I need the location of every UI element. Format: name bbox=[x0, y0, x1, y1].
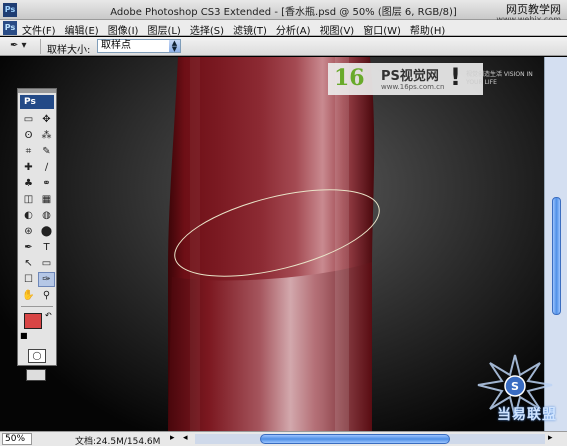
svg-text:S: S bbox=[511, 380, 519, 393]
tool-button-6[interactable]: ✚ bbox=[20, 160, 37, 175]
tool-button-19[interactable]: ▭ bbox=[38, 256, 55, 271]
screen-mode-button[interactable] bbox=[26, 369, 46, 381]
select-arrows-icon: ▲ ▼ bbox=[169, 40, 180, 53]
foreground-color-swatch[interactable] bbox=[24, 313, 42, 329]
menu-item-0[interactable]: 文件(F) bbox=[22, 22, 56, 37]
horizontal-scroll-thumb[interactable] bbox=[260, 434, 450, 444]
swap-colors-icon[interactable]: ↶ bbox=[45, 311, 52, 320]
tool-button-14[interactable]: ⊛ bbox=[20, 224, 37, 239]
perfume-bottle-image bbox=[168, 57, 380, 431]
document-info: 文档:24.5M/154.6M bbox=[75, 437, 161, 446]
ps-menu-icon[interactable]: Ps bbox=[3, 21, 17, 35]
options-bar: ✒ ▾ 取样大小: 取样点 ▲ ▼ bbox=[0, 37, 567, 56]
tool-button-13[interactable]: ◍ bbox=[38, 208, 55, 223]
window-title: Adobe Photoshop CS3 Extended - [香水瓶.psd … bbox=[110, 7, 457, 18]
tool-button-20[interactable]: ☐ bbox=[20, 272, 37, 287]
title-bar: Ps Adobe Photoshop CS3 Extended - [香水瓶.p… bbox=[0, 0, 567, 24]
logo-16: 16 bbox=[334, 65, 365, 91]
quick-mask-button[interactable]: ◯ bbox=[28, 349, 46, 363]
status-menu-arrow-icon[interactable]: ▸ bbox=[170, 433, 175, 443]
tool-button-3[interactable]: ⁂ bbox=[38, 128, 55, 143]
menu-item-4[interactable]: 选择(S) bbox=[190, 22, 224, 37]
logo-title: PS视觉网 bbox=[381, 69, 439, 84]
scroll-left-icon[interactable]: ◂ bbox=[183, 433, 188, 443]
menu-item-3[interactable]: 图层(L) bbox=[147, 22, 180, 37]
tool-button-1[interactable]: ✥ bbox=[38, 112, 55, 127]
options-separator bbox=[40, 39, 41, 54]
color-swatches: ■ ↶ bbox=[20, 311, 54, 345]
tools-divider bbox=[21, 306, 53, 307]
tool-button-11[interactable]: ▦ bbox=[38, 192, 55, 207]
tools-panel-logo: Ps bbox=[20, 95, 54, 109]
watermark-exclamation: ! bbox=[450, 63, 461, 91]
tool-button-12[interactable]: ◐ bbox=[20, 208, 37, 223]
sample-size-label: 取样大小: bbox=[47, 45, 91, 56]
menu-bar: Ps 文件(F) 编辑(E) 图像(I) 图层(L) 选择(S) 滤镜(T) 分析(A) 视图… bbox=[0, 20, 567, 37]
tool-button-21[interactable]: ✑ bbox=[38, 272, 55, 287]
tool-button-17[interactable]: T bbox=[38, 240, 55, 255]
menu-item-9[interactable]: 帮助(H) bbox=[410, 22, 445, 37]
menu-item-7[interactable]: 视图(V) bbox=[320, 22, 355, 37]
menu-items: 文件(F) 编辑(E) 图像(I) 图层(L) 选择(S) 滤镜(T) 分析(A) 视图(V)… bbox=[22, 22, 445, 37]
tool-button-0[interactable]: ▭ bbox=[20, 112, 37, 127]
sample-size-select[interactable]: 取样点 ▲ ▼ bbox=[97, 39, 181, 53]
tool-button-2[interactable]: ʘ bbox=[20, 128, 37, 143]
menu-item-6[interactable]: 分析(A) bbox=[276, 22, 311, 37]
vertical-scroll-thumb[interactable] bbox=[552, 197, 561, 315]
document-canvas[interactable]: 16 PS视觉网 www.16ps.com.cn ! 视觉创造生活 VISION… bbox=[0, 57, 544, 431]
tool-button-9[interactable]: ⚭ bbox=[38, 176, 55, 191]
status-bar: 50% 文档:24.5M/154.6M ▸ ◂ ▸ bbox=[0, 431, 567, 446]
tool-button-8[interactable]: ♣ bbox=[20, 176, 37, 191]
scroll-right-icon[interactable]: ▸ bbox=[548, 433, 553, 443]
tool-button-18[interactable]: ↖ bbox=[20, 256, 37, 271]
menu-item-8[interactable]: 窗口(W) bbox=[363, 22, 401, 37]
tool-grid: ▭ ✥ ʘ ⁂ ⌗ ✎ ✚ ∕ ♣ ⚭ ◫ ▦ ◐ ◍ ⊛ ⬤ ✒ T ↖ ▭ ☐ ✑ ✋ ⚲ bbox=[20, 112, 55, 303]
tools-panel-grip[interactable] bbox=[18, 89, 56, 93]
logo-url: www.16ps.com.cn bbox=[381, 83, 445, 91]
tool-button-16[interactable]: ✒ bbox=[20, 240, 37, 255]
tools-panel: Ps ▭ ✥ ʘ ⁂ ⌗ ✎ ✚ ∕ ♣ ⚭ ◫ ▦ ◐ ◍ ⊛ ⬤ ✒ T ↖ ▭ ☐ ✑ ✋ ⚲ ■ ↶ ◯ bbox=[17, 88, 57, 381]
tool-button-22[interactable]: ✋ bbox=[20, 288, 37, 303]
tool-button-5[interactable]: ✎ bbox=[38, 144, 55, 159]
tool-button-7[interactable]: ∕ bbox=[38, 160, 55, 175]
menu-item-2[interactable]: 图像(I) bbox=[108, 22, 139, 37]
tool-button-15[interactable]: ⬤ bbox=[38, 224, 55, 239]
zoom-field[interactable]: 50% bbox=[2, 433, 32, 445]
menu-item-1[interactable]: 编辑(E) bbox=[65, 22, 99, 37]
menu-item-5[interactable]: 滤镜(T) bbox=[233, 22, 267, 37]
tool-button-23[interactable]: ⚲ bbox=[38, 288, 55, 303]
tool-button-4[interactable]: ⌗ bbox=[20, 144, 37, 159]
watermark-tagline: 视觉创造生活 VISION IN YOUR LIFE bbox=[466, 71, 533, 86]
tool-button-10[interactable]: ◫ bbox=[20, 192, 37, 207]
union-badge-text: 当易联盟 bbox=[497, 407, 557, 423]
sample-size-value: 取样点 bbox=[101, 40, 131, 51]
default-colors-icon[interactable]: ■ bbox=[20, 331, 28, 340]
eyedropper-icon[interactable]: ✒ ▾ bbox=[10, 40, 32, 53]
